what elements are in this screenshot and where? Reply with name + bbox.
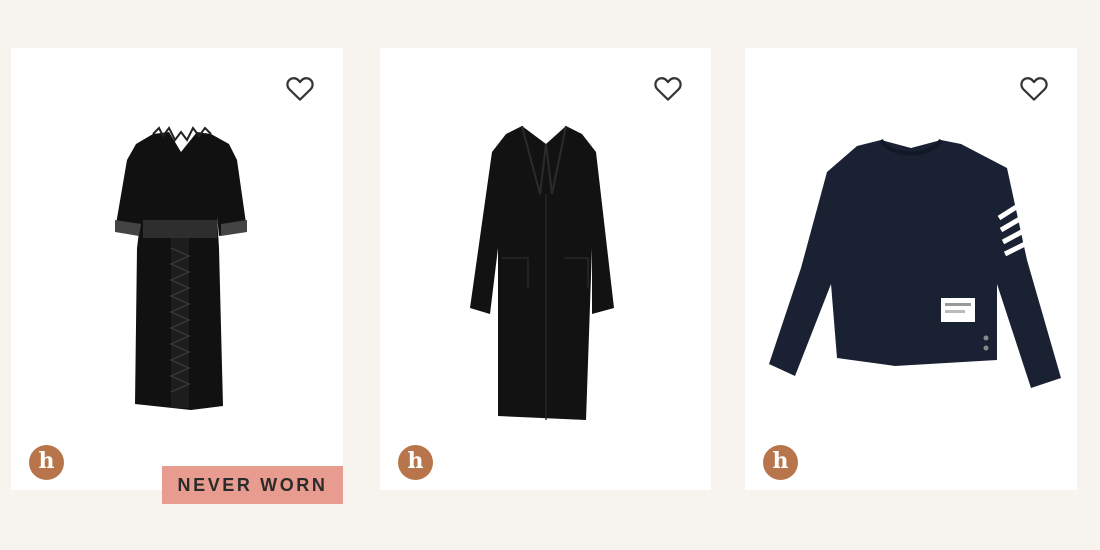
wishlist-heart-icon[interactable] (653, 74, 683, 104)
product-card-sweatshirt[interactable]: h (745, 48, 1077, 490)
product-image-dress[interactable] (11, 48, 343, 490)
condition-tag: NEVER WORN (162, 466, 343, 504)
dress-illustration (115, 126, 247, 410)
coat-illustration (470, 125, 614, 420)
product-image-sweatshirt[interactable] (745, 48, 1077, 490)
wishlist-heart-icon[interactable] (1019, 74, 1049, 104)
product-card-coat[interactable]: h (380, 48, 711, 490)
brand-logo-badge: h (29, 445, 64, 480)
brand-logo-badge: h (763, 445, 798, 480)
product-grid-page: h NEVER WORN h h (0, 0, 1100, 550)
wishlist-heart-icon[interactable] (285, 74, 315, 104)
brand-logo-badge: h (398, 445, 433, 480)
product-card-dress[interactable]: h NEVER WORN (11, 48, 343, 504)
product-image-coat[interactable] (380, 48, 711, 490)
sweatshirt-illustration (769, 138, 1061, 388)
top-strip (0, 0, 1100, 38)
